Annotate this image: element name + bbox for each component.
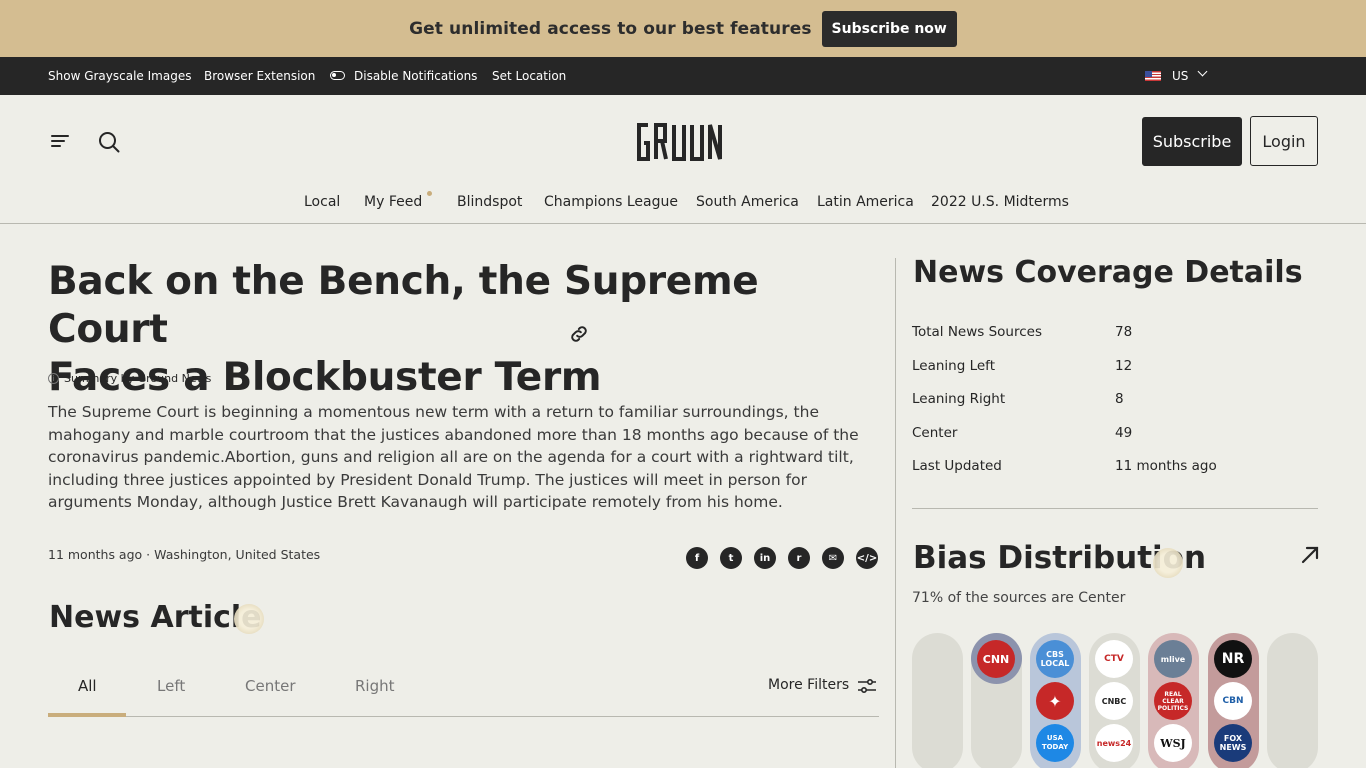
site-header: Subscribe Login Local My Feed Blindspot … [0, 95, 1366, 224]
coverage-label: Leaning Left [912, 358, 995, 374]
nav-item-latin-america[interactable]: Latin America [817, 194, 914, 210]
promo-banner: Get unlimited access to our best feature… [0, 0, 1366, 57]
browser-extension-link[interactable]: Browser Extension [204, 69, 315, 83]
nav-item-champions-league[interactable]: Champions League [544, 194, 678, 210]
topic-nav: Local My Feed Blindspot Champions League… [0, 191, 1366, 214]
twitter-icon[interactable]: t [720, 547, 742, 569]
source-logo[interactable]: USA TODAY [1036, 724, 1074, 762]
title-line-1: Back on the Bench, the Supreme Court [48, 259, 759, 352]
nav-item-south-america[interactable]: South America [696, 194, 799, 210]
nav-item-local[interactable]: Local [304, 194, 340, 210]
disable-notifications-link[interactable]: Disable Notifications [354, 69, 477, 83]
source-logo[interactable]: REAL CLEAR POLITICS [1154, 682, 1192, 720]
source-logo[interactable]: CNBC [1095, 682, 1133, 720]
summary-by-label: Summary by Ground News [64, 372, 212, 385]
bias-column-far-right [1267, 633, 1318, 768]
article-time: 11 months ago [48, 547, 143, 562]
coverage-row: Last Updated 11 months ago [912, 458, 1312, 478]
coverage-value: 8 [1115, 391, 1124, 407]
set-location-link[interactable]: Set Location [492, 69, 566, 83]
tab-center[interactable]: Center [245, 677, 296, 695]
summary-attribution: i Summary by Ground News [48, 372, 211, 385]
us-flag-icon [1145, 71, 1161, 81]
facebook-icon[interactable]: f [686, 547, 708, 569]
coverage-value: 78 [1115, 324, 1133, 340]
search-icon[interactable] [98, 131, 120, 153]
coverage-label: Leaning Right [912, 391, 1006, 407]
promo-text: Get unlimited access to our best feature… [409, 18, 812, 39]
coverage-value: 49 [1115, 425, 1133, 441]
utility-bar: Show Grayscale Images Browser Extension … [0, 57, 1366, 95]
filter-sliders-icon[interactable] [857, 678, 877, 694]
article-meta: 11 months ago · Washington, United State… [48, 547, 320, 562]
linkedin-icon[interactable]: in [754, 547, 776, 569]
cursor-highlight [1153, 548, 1183, 578]
grayscale-images-link[interactable]: Show Grayscale Images [48, 69, 191, 83]
coverage-label: Center [912, 425, 958, 441]
more-filters-button[interactable]: More Filters [768, 677, 849, 693]
coverage-row: Center 49 [912, 425, 1312, 445]
coverage-label: Total News Sources [912, 324, 1042, 340]
region-selector[interactable]: US [1172, 69, 1188, 83]
source-logo[interactable]: CBN [1214, 682, 1252, 720]
tab-right[interactable]: Right [355, 677, 395, 695]
menu-icon[interactable] [51, 135, 69, 147]
coverage-value: 11 months ago [1115, 458, 1217, 474]
article-location: Washington, United States [154, 547, 321, 562]
reddit-icon[interactable]: r [788, 547, 810, 569]
chevron-down-icon[interactable] [1197, 66, 1208, 77]
nav-item-2022-midterms[interactable]: 2022 U.S. Midterms [931, 194, 1069, 210]
notification-dot [427, 191, 432, 196]
bias-subtitle: 71% of the sources are Center [912, 590, 1126, 606]
tab-all[interactable]: All [78, 677, 97, 695]
source-logo[interactable]: NR [1214, 640, 1252, 678]
source-logo[interactable]: CBS LOCAL [1036, 640, 1074, 678]
expand-arrow-icon[interactable] [1300, 545, 1320, 565]
article-summary: The Supreme Court is beginning a momento… [48, 403, 859, 511]
source-logo[interactable]: WSJ [1154, 724, 1192, 762]
coverage-title: News Coverage Details [913, 255, 1303, 290]
coverage-row: Leaning Left 12 [912, 358, 1312, 378]
nav-item-blindspot[interactable]: Blindspot [457, 194, 522, 210]
cursor-highlight [234, 604, 264, 634]
sidebar-divider [912, 508, 1318, 509]
source-logo[interactable]: mlive [1154, 640, 1192, 678]
bias-column-far-left [912, 633, 963, 768]
nav-item-my-feed[interactable]: My Feed [364, 194, 422, 210]
coverage-label: Last Updated [912, 458, 1002, 474]
coverage-value: 12 [1115, 358, 1133, 374]
link-icon[interactable] [568, 323, 590, 345]
coverage-row: Leaning Right 8 [912, 391, 1312, 411]
ground-news-logo[interactable] [636, 119, 732, 163]
meta-separator: · [146, 547, 151, 562]
news-articles-heading: News Article [49, 600, 262, 635]
notifications-toggle-icon[interactable] [330, 71, 345, 80]
source-logo[interactable]: CTV [1095, 640, 1133, 678]
column-divider [895, 258, 896, 768]
tabs-divider [48, 716, 879, 717]
email-icon[interactable]: ✉ [822, 547, 844, 569]
eagle-icon[interactable]: ✦ [1036, 682, 1074, 720]
source-logo[interactable]: news24 [1095, 724, 1133, 762]
coverage-row: Total News Sources 78 [912, 324, 1312, 344]
source-logo[interactable]: CNN [977, 640, 1015, 678]
active-tab-indicator [48, 713, 126, 717]
subscribe-now-button[interactable]: Subscribe now [821, 10, 957, 47]
embed-icon[interactable]: </> [856, 547, 878, 569]
source-logo[interactable]: FOX NEWS [1214, 724, 1252, 762]
subscribe-button[interactable]: Subscribe [1142, 117, 1242, 166]
login-button[interactable]: Login [1250, 116, 1318, 166]
info-icon[interactable]: i [48, 373, 59, 384]
tab-left[interactable]: Left [157, 677, 185, 695]
